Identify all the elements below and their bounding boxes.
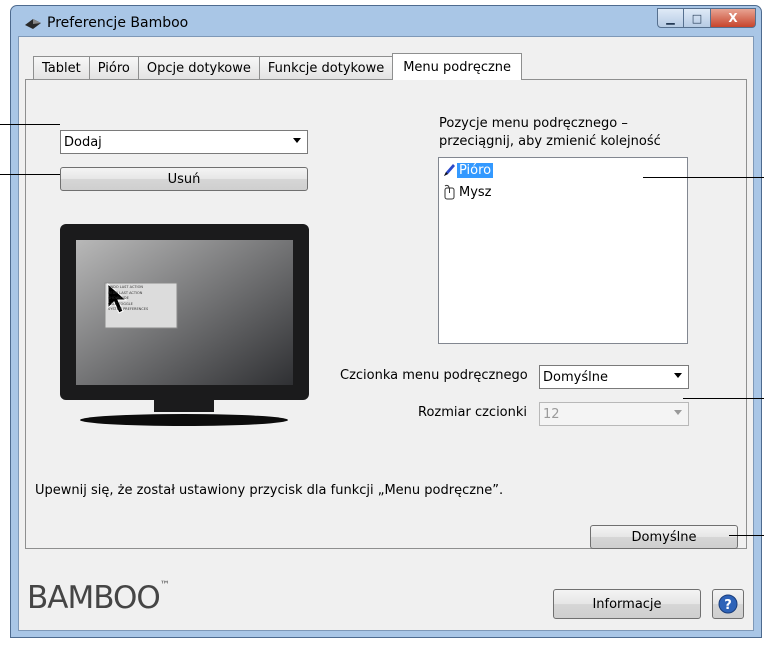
close-button[interactable]: X	[711, 8, 756, 28]
callout-line-defaults-button	[729, 535, 764, 536]
info-note: Upewnij się, że został ustawiony przycis…	[35, 483, 504, 498]
svg-text:?: ?	[724, 598, 732, 613]
mouse-icon	[444, 184, 455, 200]
menu-items-list[interactable]: Pióro Mysz	[438, 157, 688, 344]
info-button[interactable]: Informacje	[553, 589, 701, 619]
callout-line-item-list	[643, 177, 764, 178]
maximize-button[interactable]: □	[684, 8, 711, 28]
list-item[interactable]: Pióro	[441, 160, 494, 180]
tab-radial-menu[interactable]: Menu podręczne	[392, 53, 523, 80]
minimize-button[interactable]: ▁	[657, 8, 684, 28]
font-size-select: 12	[539, 402, 689, 426]
list-item[interactable]: Mysz	[441, 182, 494, 202]
help-button[interactable]: ?	[712, 589, 744, 619]
maximize-icon: □	[691, 11, 703, 25]
bamboo-app-icon	[25, 19, 41, 29]
preview-menu-item: SYSTEM PREFERENCES	[108, 307, 149, 311]
delete-button[interactable]: Usuń	[60, 167, 308, 191]
list-item-label: Mysz	[459, 184, 492, 200]
logo-text: BAMBOO	[27, 580, 161, 616]
pen-icon	[444, 164, 455, 176]
chevron-down-icon	[293, 138, 301, 143]
font-select-value: Domyślne	[543, 369, 608, 385]
tab-pen[interactable]: Pióro	[88, 56, 139, 79]
list-heading-line1: Pozycje menu podręcznego –	[439, 116, 628, 131]
font-size-label: Rozmiar czcionki	[418, 405, 528, 420]
tab-tablet[interactable]: Tablet	[33, 56, 90, 79]
close-icon: X	[728, 11, 738, 25]
action-select[interactable]: Dodaj	[60, 130, 308, 154]
window-title: Preferencje Bamboo	[47, 15, 189, 31]
callout-line-action-select	[0, 124, 60, 125]
tab-touch-options[interactable]: Opcje dotykowe	[137, 56, 260, 79]
font-label: Czcionka menu podręcznego	[340, 368, 528, 383]
font-select[interactable]: Domyślne	[539, 365, 689, 389]
caption-buttons: ▁ □ X	[657, 8, 756, 28]
monitor-preview-image	[60, 224, 309, 426]
app-window: Preferencje Bamboo ▁ □ X Tablet Pióro Op…	[10, 5, 762, 638]
callout-line-font-settings	[683, 398, 764, 399]
callout-line-delete-button	[0, 174, 60, 175]
list-heading-line2: przeciągnij, aby zmienić kolejność	[439, 134, 661, 149]
trademark: ™	[159, 580, 170, 591]
font-size-value: 12	[543, 406, 560, 422]
client-area: Tablet Pióro Opcje dotykowe Funkcje doty…	[18, 36, 754, 631]
tab-strip: Tablet Pióro Opcje dotykowe Funkcje doty…	[19, 53, 523, 80]
tab-touch-functions[interactable]: Funkcje dotykowe	[258, 56, 394, 79]
bamboo-logo: BAMBOO™	[27, 580, 170, 616]
chevron-down-icon	[674, 373, 682, 378]
defaults-button[interactable]: Domyślne	[590, 525, 738, 549]
minimize-icon: ▁	[666, 11, 675, 25]
chevron-down-icon	[674, 410, 682, 415]
help-icon: ?	[718, 594, 738, 614]
tab-panel: Dodaj Usuń UNDO LAST ACTION REDO LAST AC…	[25, 79, 747, 549]
preview-menu: UNDO LAST ACTION REDO LAST ACTION SHOW/H…	[108, 285, 178, 313]
list-item-label: Pióro	[457, 162, 494, 178]
action-select-value: Dodaj	[64, 134, 102, 150]
